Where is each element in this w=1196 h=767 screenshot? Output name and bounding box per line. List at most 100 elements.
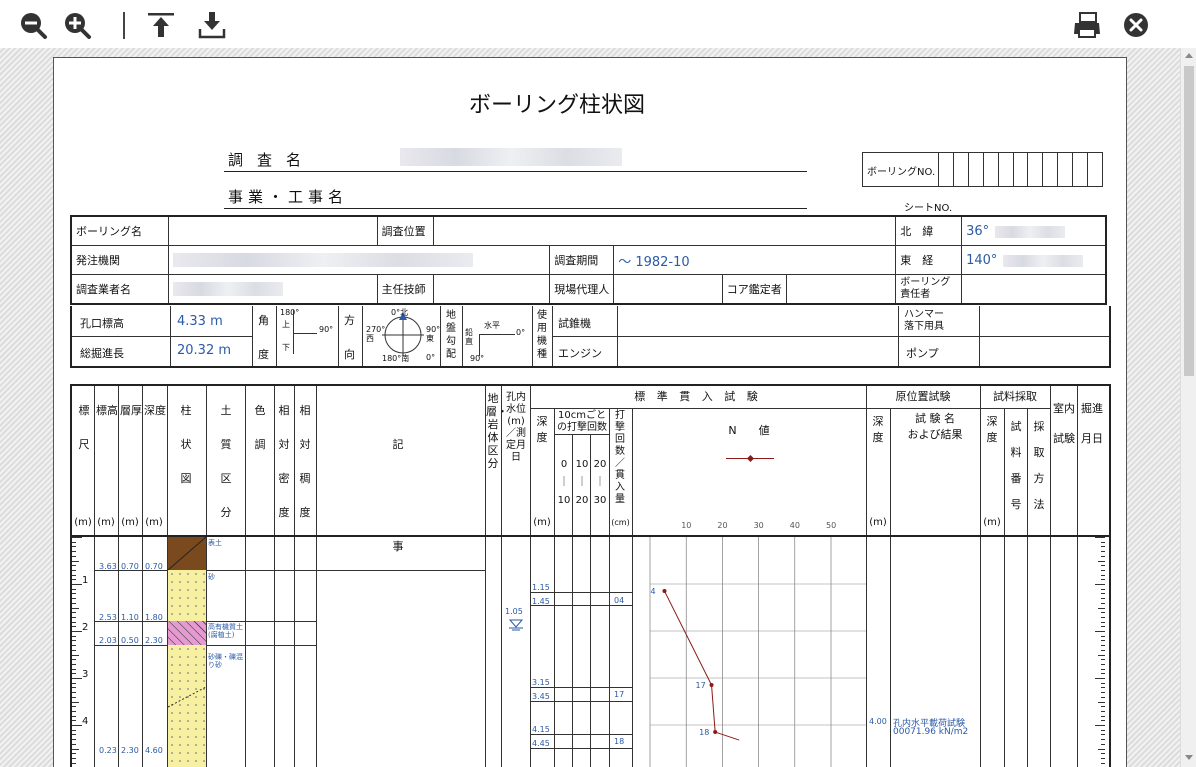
scale-tick bbox=[1101, 640, 1105, 642]
scale-tick bbox=[1101, 673, 1105, 675]
soil-label: 砂 bbox=[208, 573, 215, 581]
scale-tick bbox=[72, 710, 76, 712]
scale-tick bbox=[72, 720, 76, 722]
client-label: 発注機関 bbox=[70, 245, 169, 275]
scale-tick bbox=[1101, 541, 1105, 543]
scale-tick bbox=[72, 537, 82, 538]
hdr-insitu-result: および結果 bbox=[907, 428, 963, 441]
redacted-company bbox=[172, 282, 283, 296]
engineer-value bbox=[432, 274, 551, 305]
spt-depth: 4.15 bbox=[532, 725, 550, 734]
scale-tick bbox=[1101, 739, 1105, 741]
angle-label-1: 角 bbox=[258, 314, 269, 327]
boring-name-label: ボーリング名 bbox=[70, 215, 169, 246]
n-point bbox=[709, 683, 714, 688]
hdr-color: 色調 bbox=[254, 404, 266, 451]
depth-value: 4.60 bbox=[145, 746, 163, 755]
hdr-sample-no: 試料番号 bbox=[1010, 420, 1022, 511]
hdr-insitu-name: 試 験 名 bbox=[915, 412, 955, 425]
scale-tick bbox=[1095, 584, 1105, 585]
scale-tick bbox=[72, 631, 82, 632]
scale-tick bbox=[1101, 579, 1105, 581]
scale-tick bbox=[72, 645, 76, 647]
download-icon[interactable] bbox=[197, 10, 227, 40]
core-value bbox=[785, 274, 897, 305]
scale-tick bbox=[1101, 569, 1105, 571]
scale-tick bbox=[72, 593, 76, 595]
scale-tick bbox=[1095, 537, 1105, 538]
scale-ruler bbox=[72, 537, 94, 767]
n-point bbox=[713, 730, 718, 735]
scale-tick bbox=[72, 701, 79, 703]
upload-icon[interactable] bbox=[146, 10, 176, 40]
zoom-out-icon[interactable] bbox=[18, 10, 48, 40]
hdr-insitu-title: 原位置試験 bbox=[895, 390, 951, 403]
scale-tick bbox=[72, 640, 76, 642]
scrollbar-thumb[interactable] bbox=[1184, 66, 1194, 376]
boring-no-box: ボーリングNO. bbox=[862, 152, 1103, 187]
soil-label: 高有機質土(腐植土) bbox=[208, 623, 243, 639]
hdr-spt-b2: 10｜20 bbox=[575, 459, 589, 506]
scale-tick bbox=[1101, 706, 1105, 708]
scale-tick bbox=[72, 616, 76, 618]
scale-tick bbox=[1101, 612, 1105, 614]
n-axis-tick-label: 50 bbox=[826, 521, 837, 530]
water-level: 1.05 bbox=[505, 607, 523, 616]
machine-label: 使用機種 bbox=[537, 310, 547, 360]
scale-tick bbox=[72, 565, 76, 567]
compass-s: 180°南 bbox=[382, 354, 410, 363]
document-viewer[interactable]: ボーリング柱状図 調査名 事業・工事名 ボーリングNO. シートNO. ボーリン… bbox=[0, 48, 1180, 767]
angle-axis-h bbox=[293, 333, 317, 334]
location-label: 調査位置 bbox=[376, 215, 434, 246]
close-icon[interactable] bbox=[1121, 10, 1151, 40]
info-lower: 孔口標高 4.33 m 総掘進長 20.32 m 角 度 180° 上 下 90… bbox=[70, 306, 1111, 368]
scroll-up-icon[interactable] bbox=[1185, 53, 1193, 58]
spt-depth: 4.45 bbox=[532, 739, 550, 748]
scale-tick bbox=[1095, 725, 1105, 726]
scale-tick bbox=[72, 612, 76, 614]
angle-label-2: 度 bbox=[258, 348, 269, 361]
zoom-in-icon[interactable] bbox=[62, 10, 92, 40]
angle-up: 上 bbox=[282, 320, 290, 329]
scale-tick bbox=[72, 743, 76, 745]
unit-m: (m) bbox=[121, 517, 139, 528]
company-cell bbox=[167, 274, 378, 305]
spt-depth: 3.15 bbox=[532, 678, 550, 687]
lat-label: 北 緯 bbox=[895, 215, 963, 246]
column-sand bbox=[168, 570, 206, 621]
angle-90: 90° bbox=[319, 325, 334, 334]
spt-count: 04 bbox=[614, 596, 625, 605]
depth-value: 1.80 bbox=[145, 613, 163, 622]
hdr-scale: 標尺 bbox=[78, 404, 90, 451]
scale-tick bbox=[1098, 560, 1105, 562]
lat-value: 36° bbox=[966, 223, 990, 239]
n-point-label: 17 bbox=[696, 681, 706, 690]
hdr-sample-depth: 深度 bbox=[986, 415, 998, 444]
scale-tick bbox=[72, 546, 76, 548]
scale-tick bbox=[72, 551, 76, 553]
page-title: ボーリング柱状図 bbox=[468, 93, 645, 118]
scale-tick bbox=[1101, 743, 1105, 745]
spt-depth: 3.45 bbox=[532, 692, 550, 701]
site-rep-value bbox=[613, 274, 723, 305]
hdr-spt-depth: 深度 bbox=[536, 415, 548, 444]
client-cell bbox=[167, 245, 551, 275]
scale-tick bbox=[1101, 635, 1105, 637]
info-table: ボーリング名 調査位置 北 緯 36° 発注機関 調査期間 ～ 1982-10 … bbox=[70, 215, 1107, 305]
hdr-soil: 土質区分 bbox=[220, 404, 232, 519]
hdr-depth: 深度 bbox=[144, 404, 166, 417]
underline bbox=[224, 208, 807, 209]
scroll-down-icon[interactable] bbox=[1185, 755, 1193, 760]
elev-value: 4.33 m bbox=[177, 314, 223, 329]
scale-tick bbox=[72, 555, 76, 557]
scale-tick bbox=[72, 607, 79, 609]
engineer-label: 主任技師 bbox=[376, 274, 434, 305]
vertical-scrollbar[interactable] bbox=[1180, 48, 1196, 767]
print-icon[interactable] bbox=[1072, 10, 1102, 40]
n-legend-marker bbox=[746, 454, 755, 463]
scale-tick bbox=[72, 678, 82, 679]
scale-tick bbox=[1101, 659, 1105, 661]
hdr-spt-cm: (cm) bbox=[611, 518, 630, 527]
hdr-density: 相対密度 bbox=[278, 404, 290, 519]
insitu-depth: 4.00 bbox=[869, 717, 887, 726]
